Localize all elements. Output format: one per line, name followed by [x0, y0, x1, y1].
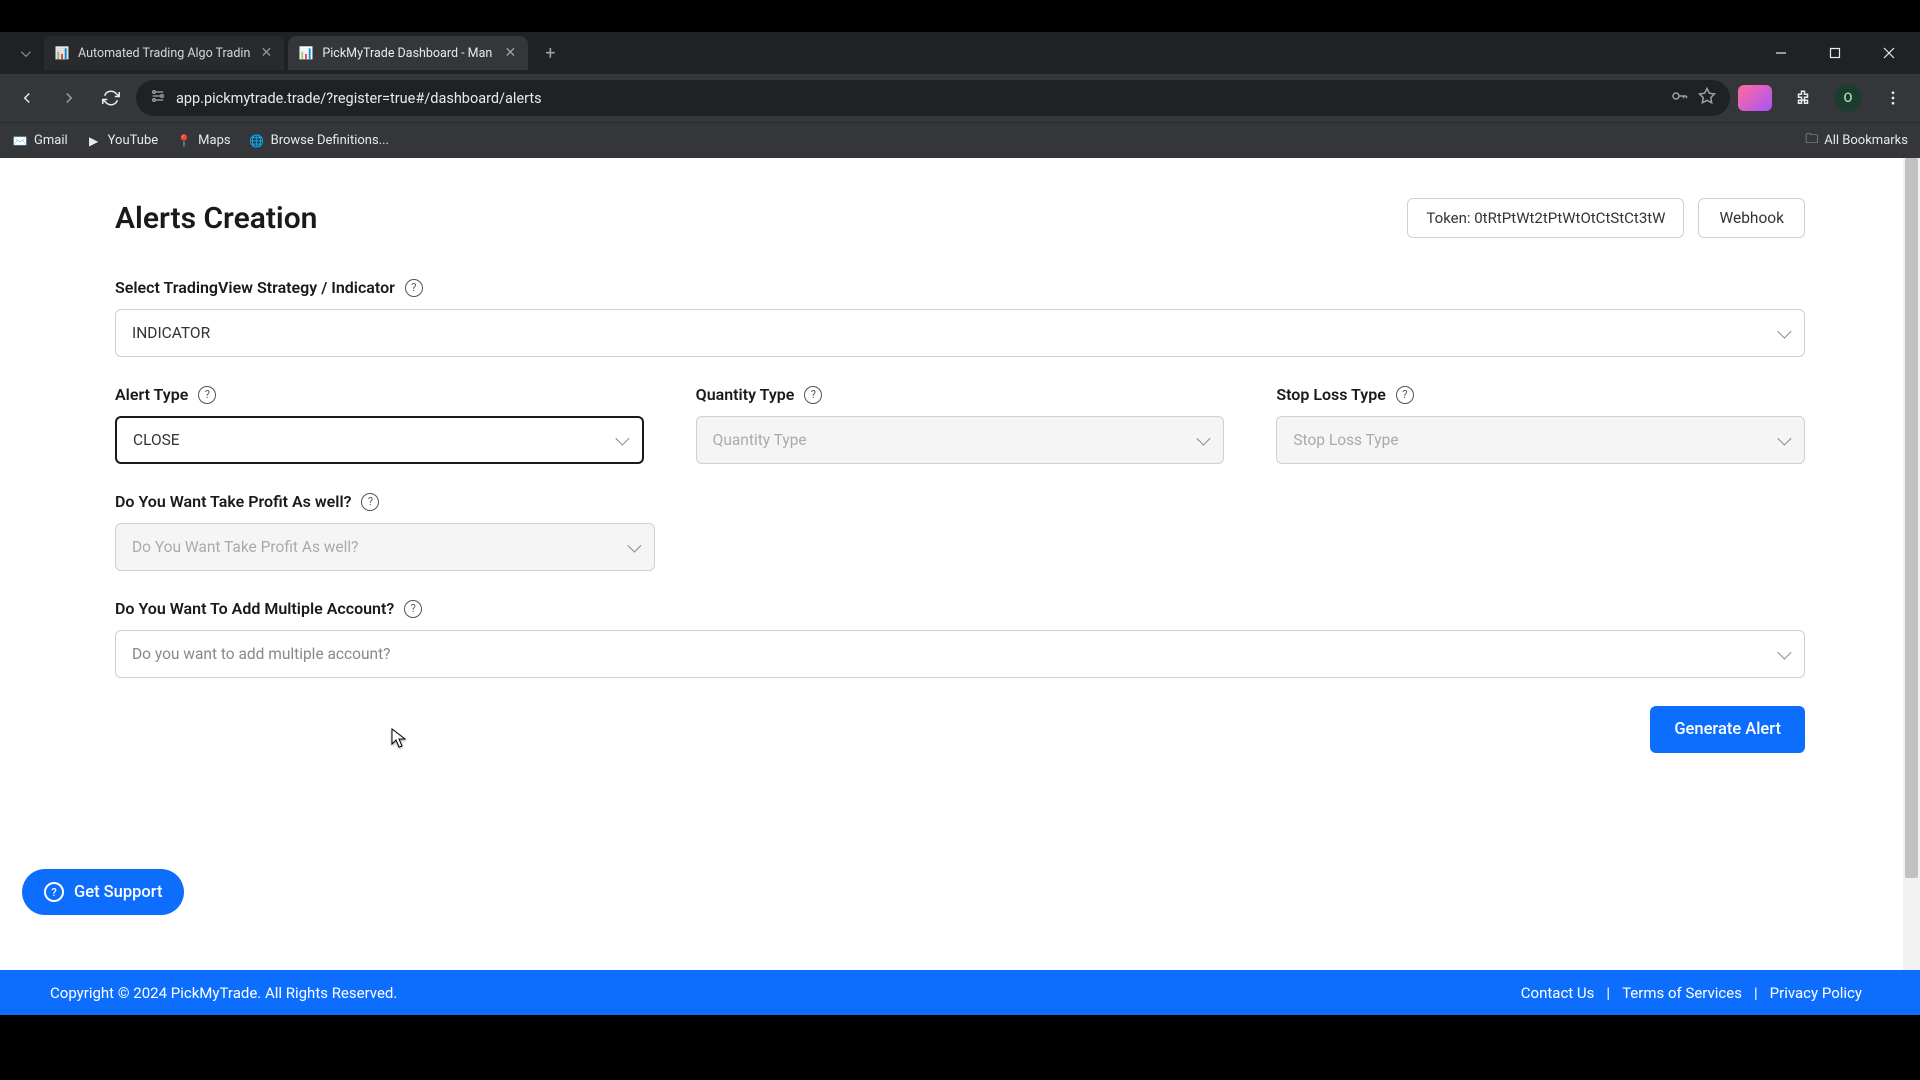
chevron-down-icon	[628, 538, 638, 556]
gmail-icon: ✉️	[12, 133, 28, 149]
bookmark-definitions[interactable]: 🌐 Browse Definitions...	[249, 133, 389, 149]
forward-button[interactable]	[52, 81, 86, 115]
profile-avatar[interactable]: O	[1834, 84, 1862, 112]
chevron-down-icon	[1197, 431, 1207, 449]
new-tab-button[interactable]: +	[536, 39, 564, 67]
bookmark-star-icon[interactable]	[1698, 87, 1716, 109]
close-icon[interactable]: ✕	[502, 45, 518, 61]
stop-loss-label: Stop Loss Type	[1276, 385, 1386, 404]
youtube-icon: ▶	[86, 133, 102, 149]
tab-0[interactable]: 📊 Automated Trading Algo Tradin ✕	[44, 36, 284, 70]
select-placeholder: Stop Loss Type	[1293, 431, 1398, 449]
support-label: Get Support	[74, 883, 162, 902]
favicon-icon: 📊	[298, 45, 314, 61]
support-icon: ?	[44, 882, 64, 902]
footer: Copyright © 2024 PickMyTrade. All Rights…	[0, 970, 1920, 1015]
help-icon[interactable]: ?	[404, 600, 422, 618]
help-icon[interactable]: ?	[361, 493, 379, 511]
scroll-thumb[interactable]	[1905, 158, 1918, 878]
take-profit-label: Do You Want Take Profit As well?	[115, 492, 351, 511]
strategy-select[interactable]: INDICATOR	[115, 309, 1805, 357]
address-bar[interactable]: app.pickmytrade.trade/?register=true#/da…	[136, 80, 1730, 116]
tab-title: Automated Trading Algo Tradin	[78, 46, 250, 61]
password-icon[interactable]	[1670, 87, 1688, 109]
alert-type-label: Alert Type	[115, 385, 188, 404]
generate-alert-button[interactable]: Generate Alert	[1650, 706, 1805, 753]
help-icon[interactable]: ?	[405, 279, 423, 297]
bookmark-youtube[interactable]: ▶ YouTube	[86, 133, 159, 149]
browser-chrome: 📊 Automated Trading Algo Tradin ✕ 📊 Pick…	[0, 32, 1920, 158]
contact-link[interactable]: Contact Us	[1513, 984, 1603, 1002]
help-icon[interactable]: ?	[804, 386, 822, 404]
folder-icon: 🗀	[1805, 130, 1818, 152]
select-value: CLOSE	[133, 431, 180, 449]
take-profit-select[interactable]: Do You Want Take Profit As well?	[115, 523, 655, 571]
menu-button[interactable]	[1876, 81, 1910, 115]
tab-1[interactable]: 📊 PickMyTrade Dashboard - Man ✕	[288, 36, 528, 70]
maximize-button[interactable]	[1812, 37, 1858, 69]
select-value: INDICATOR	[132, 324, 210, 342]
tab-search-dropdown[interactable]	[8, 37, 40, 69]
bookmark-label: Gmail	[34, 133, 68, 148]
scrollbar[interactable]	[1903, 158, 1920, 1015]
extensions-button[interactable]	[1786, 81, 1820, 115]
extension-icon[interactable]	[1738, 85, 1772, 111]
strategy-label: Select TradingView Strategy / Indicator	[115, 278, 395, 297]
close-icon[interactable]: ✕	[258, 45, 274, 61]
back-button[interactable]	[10, 81, 44, 115]
bookmark-maps[interactable]: 📍 Maps	[176, 133, 230, 149]
quantity-type-select[interactable]: Quantity Type	[696, 416, 1225, 464]
all-bookmarks-label: All Bookmarks	[1824, 133, 1908, 148]
page-title: Alerts Creation	[115, 201, 317, 236]
site-settings-icon[interactable]	[150, 88, 166, 108]
webhook-button[interactable]: Webhook	[1698, 198, 1805, 238]
chevron-down-icon	[616, 431, 626, 449]
token-display[interactable]: Token: 0tRtPtWt2tPtWtOtCtStCt3tW	[1407, 198, 1684, 238]
tab-title: PickMyTrade Dashboard - Man	[322, 46, 494, 61]
terms-link[interactable]: Terms of Services	[1614, 984, 1750, 1002]
window-close-button[interactable]	[1866, 37, 1912, 69]
multi-account-select[interactable]: Do you want to add multiple account?	[115, 630, 1805, 678]
quantity-type-label: Quantity Type	[696, 385, 795, 404]
globe-icon: 🌐	[249, 133, 265, 149]
multi-account-label: Do You Want To Add Multiple Account?	[115, 599, 394, 618]
select-placeholder: Do You Want Take Profit As well?	[132, 538, 359, 556]
bookmark-label: YouTube	[108, 133, 159, 148]
get-support-button[interactable]: ? Get Support	[22, 869, 184, 915]
bookmark-label: Browse Definitions...	[271, 133, 389, 148]
url-text: app.pickmytrade.trade/?register=true#/da…	[176, 90, 1660, 107]
copyright-text: Copyright © 2024 PickMyTrade. All Rights…	[50, 984, 397, 1002]
stop-loss-select[interactable]: Stop Loss Type	[1276, 416, 1805, 464]
help-icon[interactable]: ?	[1396, 386, 1414, 404]
privacy-link[interactable]: Privacy Policy	[1762, 984, 1870, 1002]
bookmark-gmail[interactable]: ✉️ Gmail	[12, 133, 68, 149]
all-bookmarks-button[interactable]: 🗀 All Bookmarks	[1805, 130, 1908, 152]
minimize-button[interactable]	[1758, 37, 1804, 69]
chevron-down-icon	[1778, 324, 1788, 342]
bookmark-label: Maps	[198, 133, 230, 148]
help-icon[interactable]: ?	[198, 386, 216, 404]
chevron-down-icon	[1778, 431, 1788, 449]
chevron-down-icon	[1778, 645, 1788, 663]
favicon-icon: 📊	[54, 45, 70, 61]
maps-icon: 📍	[176, 133, 192, 149]
alert-type-select[interactable]: CLOSE	[115, 416, 644, 464]
select-placeholder: Do you want to add multiple account?	[132, 645, 391, 663]
reload-button[interactable]	[94, 81, 128, 115]
select-placeholder: Quantity Type	[713, 431, 807, 449]
